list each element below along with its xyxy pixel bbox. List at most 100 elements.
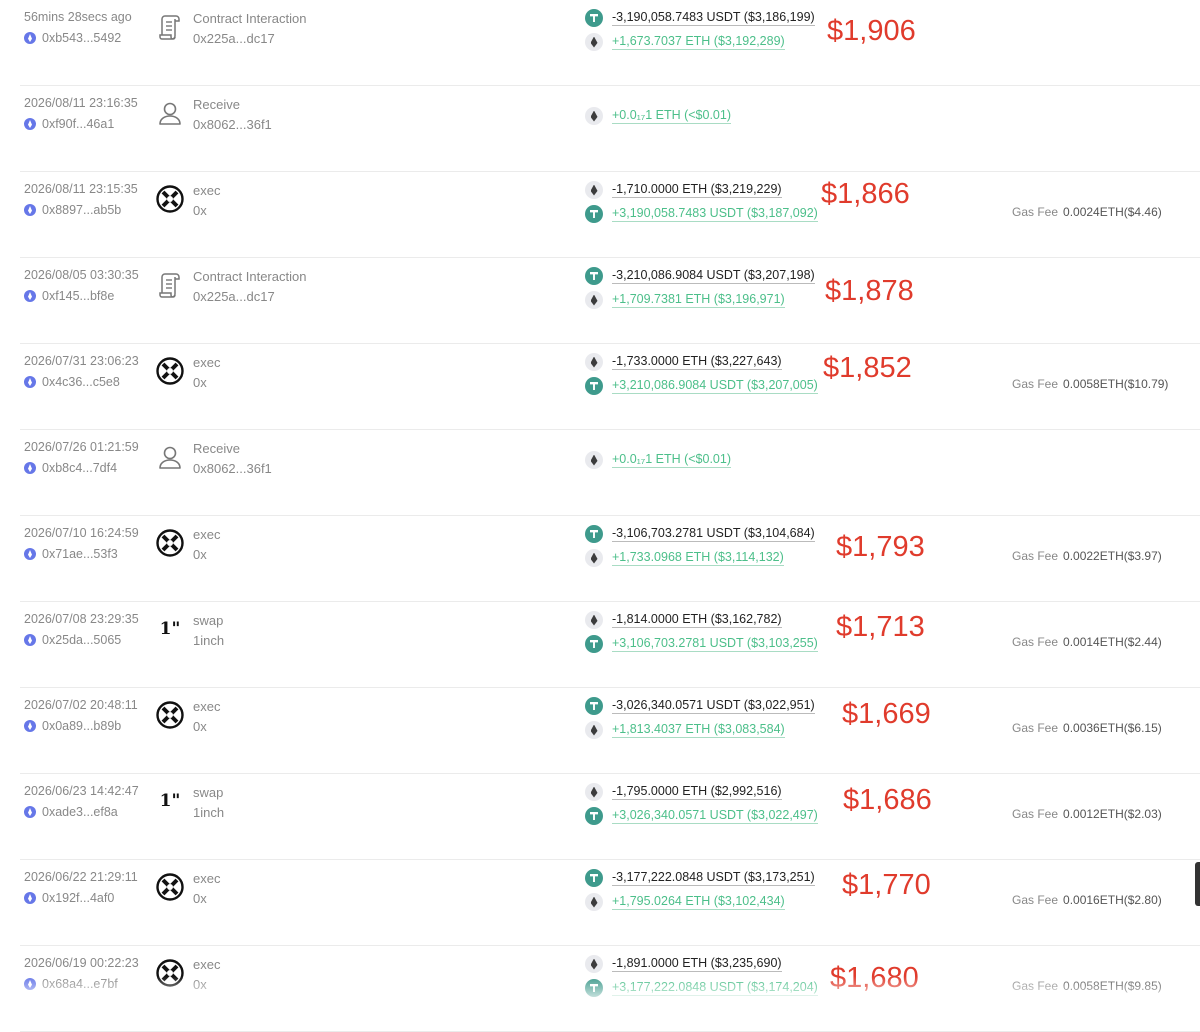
gas-fee: Gas Fee 0.0022ETH($3.97) bbox=[1012, 549, 1162, 563]
eth-token-icon bbox=[585, 549, 603, 567]
token-amount-link[interactable]: +1,673.7037 ETH ($3,192,289) bbox=[612, 34, 785, 50]
tx-counterparty-link[interactable]: 0x225a...dc17 bbox=[193, 289, 275, 304]
usdt-token-icon bbox=[585, 635, 603, 653]
eth-price-annotation: $1,770 bbox=[842, 869, 931, 901]
tx-counterparty-link[interactable]: 1inch bbox=[193, 805, 224, 820]
tx-hash-link[interactable]: 0x4c36...c5e8 bbox=[24, 375, 120, 389]
table-row: 2026/08/11 23:16:35 0xf90f...46a1 Receive 0… bbox=[0, 86, 1200, 172]
token-transfer: -1,733.0000 ETH ($3,227,643) bbox=[585, 352, 782, 372]
token-amount-link[interactable]: -1,710.0000 ETH ($3,219,229) bbox=[612, 182, 782, 198]
token-amount-link[interactable]: +3,026,340.0571 USDT ($3,022,497) bbox=[612, 808, 818, 824]
ethereum-chain-icon bbox=[24, 118, 36, 130]
table-row: 2026/07/26 01:21:59 0xb8c4...7df4 Receive 0… bbox=[0, 430, 1200, 516]
token-amount-link[interactable]: +0.0₁₇1 ETH (<$0.01) bbox=[612, 452, 731, 468]
gas-fee-value: 0.0058ETH($10.79) bbox=[1063, 377, 1169, 391]
tx-counterparty-link[interactable]: 0x bbox=[193, 547, 207, 562]
tx-type: exec bbox=[193, 957, 221, 972]
token-transfer: -1,710.0000 ETH ($3,219,229) bbox=[585, 180, 782, 200]
tx-counterparty-link[interactable]: 1inch bbox=[193, 633, 224, 648]
token-amount-link[interactable]: +1,733.0968 ETH ($3,114,132) bbox=[612, 550, 784, 566]
tx-time: 2026/07/10 16:24:59 bbox=[24, 526, 139, 540]
usdt-token-icon bbox=[585, 869, 603, 887]
usdt-token-icon bbox=[585, 377, 603, 395]
eth-token-icon bbox=[585, 721, 603, 739]
tx-hash-link[interactable]: 0x71ae...53f3 bbox=[24, 547, 118, 561]
scrollbar-handle[interactable] bbox=[1195, 862, 1200, 906]
tx-counterparty-link[interactable]: 0x225a...dc17 bbox=[193, 31, 275, 46]
tx-hash-link[interactable]: 0xf90f...46a1 bbox=[24, 117, 114, 131]
tx-type: Contract Interaction bbox=[193, 11, 307, 26]
tx-hash-link[interactable]: 0x0a89...b89b bbox=[24, 719, 121, 733]
token-amount-link[interactable]: -1,795.0000 ETH ($2,992,516) bbox=[612, 784, 782, 800]
token-amount-link[interactable]: +0.0₁₇1 ETH (<$0.01) bbox=[612, 108, 731, 124]
usdt-token-icon bbox=[585, 697, 603, 715]
token-transfer: +3,106,703.2781 USDT ($3,103,255) bbox=[585, 634, 818, 654]
ethereum-chain-icon bbox=[24, 634, 36, 646]
tx-hash-link[interactable]: 0x25da...5065 bbox=[24, 633, 121, 647]
zerox-icon bbox=[156, 873, 184, 901]
token-amount-link[interactable]: -1,733.0000 ETH ($3,227,643) bbox=[612, 354, 782, 370]
token-amount-link[interactable]: -1,814.0000 ETH ($3,162,782) bbox=[612, 612, 782, 628]
token-transfer: +1,673.7037 ETH ($3,192,289) bbox=[585, 32, 785, 52]
token-transfer: -3,177,222.0848 USDT ($3,173,251) bbox=[585, 868, 815, 888]
tx-hash-text: 0x71ae...53f3 bbox=[42, 547, 118, 561]
tx-hash-text: 0xb543...5492 bbox=[42, 31, 122, 45]
tx-hash-text: 0x0a89...b89b bbox=[42, 719, 122, 733]
eth-price-annotation: $1,852 bbox=[823, 352, 912, 384]
tx-type: Contract Interaction bbox=[193, 269, 307, 284]
token-amount-link[interactable]: -3,106,703.2781 USDT ($3,104,684) bbox=[612, 526, 815, 542]
eth-price-annotation: $1,866 bbox=[821, 178, 910, 210]
tx-counterparty-link[interactable]: 0x bbox=[193, 891, 207, 906]
tx-hash-link[interactable]: 0xb8c4...7df4 bbox=[24, 461, 117, 475]
token-amount-link[interactable]: -1,891.0000 ETH ($3,235,690) bbox=[612, 956, 782, 972]
token-amount-link[interactable]: +3,190,058.7483 USDT ($3,187,092) bbox=[612, 206, 818, 222]
token-transfer: -3,106,703.2781 USDT ($3,104,684) bbox=[585, 524, 815, 544]
gas-fee: Gas Fee 0.0012ETH($2.03) bbox=[1012, 807, 1162, 821]
tx-type: exec bbox=[193, 699, 221, 714]
tx-hash-text: 0xf145...bf8e bbox=[42, 289, 115, 303]
token-transfer: +0.0₁₇1 ETH (<$0.01) bbox=[585, 106, 731, 126]
ethereum-chain-icon bbox=[24, 204, 36, 216]
table-row: 2026/08/05 03:30:35 0xf145...bf8e Contract… bbox=[0, 258, 1200, 344]
eth-price-annotation: $1,878 bbox=[825, 275, 914, 307]
ethereum-chain-icon bbox=[24, 548, 36, 560]
token-amount-link[interactable]: -3,026,340.0571 USDT ($3,022,951) bbox=[612, 698, 815, 714]
gas-fee-value: 0.0024ETH($4.46) bbox=[1063, 205, 1162, 219]
tx-hash-link[interactable]: 0x192f...4af0 bbox=[24, 891, 114, 905]
tx-hash-link[interactable]: 0xf145...bf8e bbox=[24, 289, 114, 303]
token-transfer: +1,813.4037 ETH ($3,083,584) bbox=[585, 720, 785, 740]
token-amount-link[interactable]: +1,795.0264 ETH ($3,102,434) bbox=[612, 894, 785, 910]
tx-counterparty-link[interactable]: 0x bbox=[193, 375, 207, 390]
token-transfer: -3,026,340.0571 USDT ($3,022,951) bbox=[585, 696, 815, 716]
zerox-icon bbox=[156, 701, 184, 729]
tx-counterparty-link[interactable]: 0x bbox=[193, 719, 207, 734]
token-amount-link[interactable]: -3,190,058.7483 USDT ($3,186,199) bbox=[612, 10, 815, 26]
token-amount-link[interactable]: +1,813.4037 ETH ($3,083,584) bbox=[612, 722, 785, 738]
tx-counterparty-link[interactable]: 0x8062...36f1 bbox=[193, 461, 272, 476]
token-transfer: +1,795.0264 ETH ($3,102,434) bbox=[585, 892, 785, 912]
eth-token-icon bbox=[585, 783, 603, 801]
token-amount-link[interactable]: -3,177,222.0848 USDT ($3,173,251) bbox=[612, 870, 815, 886]
token-amount-link[interactable]: +3,106,703.2781 USDT ($3,103,255) bbox=[612, 636, 818, 652]
token-amount-link[interactable]: -3,210,086.9084 USDT ($3,207,198) bbox=[612, 268, 815, 284]
tx-counterparty-link[interactable]: 0x8062...36f1 bbox=[193, 117, 272, 132]
token-amount-link[interactable]: +3,210,086.9084 USDT ($3,207,005) bbox=[612, 378, 818, 394]
table-row: 2026/07/02 20:48:11 0x0a89...b89b exec 0x -3… bbox=[0, 688, 1200, 774]
tx-counterparty-link[interactable]: 0x bbox=[193, 203, 207, 218]
eth-token-icon bbox=[585, 107, 603, 125]
ethereum-chain-icon bbox=[24, 720, 36, 732]
tx-time: 2026/08/05 03:30:35 bbox=[24, 268, 139, 282]
eth-token-icon bbox=[585, 291, 603, 309]
tx-hash-link[interactable]: 0xb543...5492 bbox=[24, 31, 121, 45]
eth-token-icon bbox=[585, 181, 603, 199]
token-transfer: -1,891.0000 ETH ($3,235,690) bbox=[585, 954, 782, 974]
eth-token-icon bbox=[585, 33, 603, 51]
tx-time: 2026/06/19 00:22:23 bbox=[24, 956, 139, 970]
tx-hash-link[interactable]: 0x8897...ab5b bbox=[24, 203, 121, 217]
gas-fee-value: 0.0014ETH($2.44) bbox=[1063, 635, 1162, 649]
zerox-icon bbox=[156, 357, 184, 385]
token-amount-link[interactable]: +1,709.7381 ETH ($3,196,971) bbox=[612, 292, 785, 308]
gas-fee-value: 0.0016ETH($2.80) bbox=[1063, 893, 1162, 907]
token-transfer: -3,210,086.9084 USDT ($3,207,198) bbox=[585, 266, 815, 286]
tx-hash-link[interactable]: 0xade3...ef8a bbox=[24, 805, 118, 819]
